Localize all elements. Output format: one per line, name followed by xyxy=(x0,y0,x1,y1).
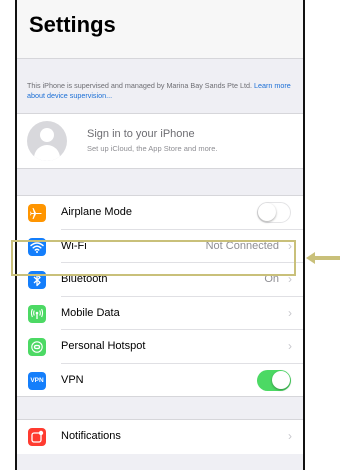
settings-screen: Settings This iPhone is supervised and m… xyxy=(15,0,305,470)
chevron-right-icon: › xyxy=(288,305,292,320)
vpn-label: VPN xyxy=(61,373,84,386)
notifications-group: Notifications › xyxy=(17,420,303,454)
vpn-icon: VPN xyxy=(28,371,46,390)
airplane-mode-label: Airplane Mode xyxy=(61,206,132,218)
antenna-icon xyxy=(28,304,46,323)
supervision-notice: This iPhone is supervised and managed by… xyxy=(17,81,303,114)
pointer-arrow-icon xyxy=(306,252,340,264)
account-subtitle: Set up iCloud, the App Store and more. xyxy=(87,144,218,153)
chevron-right-icon: › xyxy=(288,429,292,443)
airplane-mode-toggle[interactable] xyxy=(257,202,291,223)
account-signin-row[interactable]: Sign in to your iPhone Set up iCloud, th… xyxy=(17,114,303,169)
wifi-highlight-box xyxy=(11,240,296,276)
settings-list: Airplane Mode Wi-Fi Not Connected › Blue… xyxy=(17,196,303,397)
hotspot-icon xyxy=(28,338,46,356)
notifications-row[interactable]: Notifications › xyxy=(17,420,303,454)
airplane-icon xyxy=(28,204,46,222)
vpn-row[interactable]: VPN VPN xyxy=(17,363,303,397)
notifications-icon xyxy=(28,428,46,446)
page-title: Settings xyxy=(29,12,116,37)
supervision-text: This iPhone is supervised and managed by… xyxy=(27,81,252,90)
mobile-data-row[interactable]: Mobile Data › xyxy=(17,296,303,330)
vpn-toggle[interactable] xyxy=(257,369,291,391)
mobile-data-label: Mobile Data xyxy=(61,306,120,319)
personal-hotspot-label: Personal Hotspot xyxy=(61,340,146,352)
airplane-mode-row[interactable]: Airplane Mode xyxy=(17,196,303,230)
account-title: Sign in to your iPhone xyxy=(87,128,195,140)
chevron-right-icon: › xyxy=(288,339,292,353)
avatar xyxy=(27,121,67,161)
navigation-header: Settings xyxy=(17,0,303,59)
notifications-label: Notifications xyxy=(61,430,121,442)
personal-hotspot-row[interactable]: Personal Hotspot › xyxy=(17,330,303,364)
